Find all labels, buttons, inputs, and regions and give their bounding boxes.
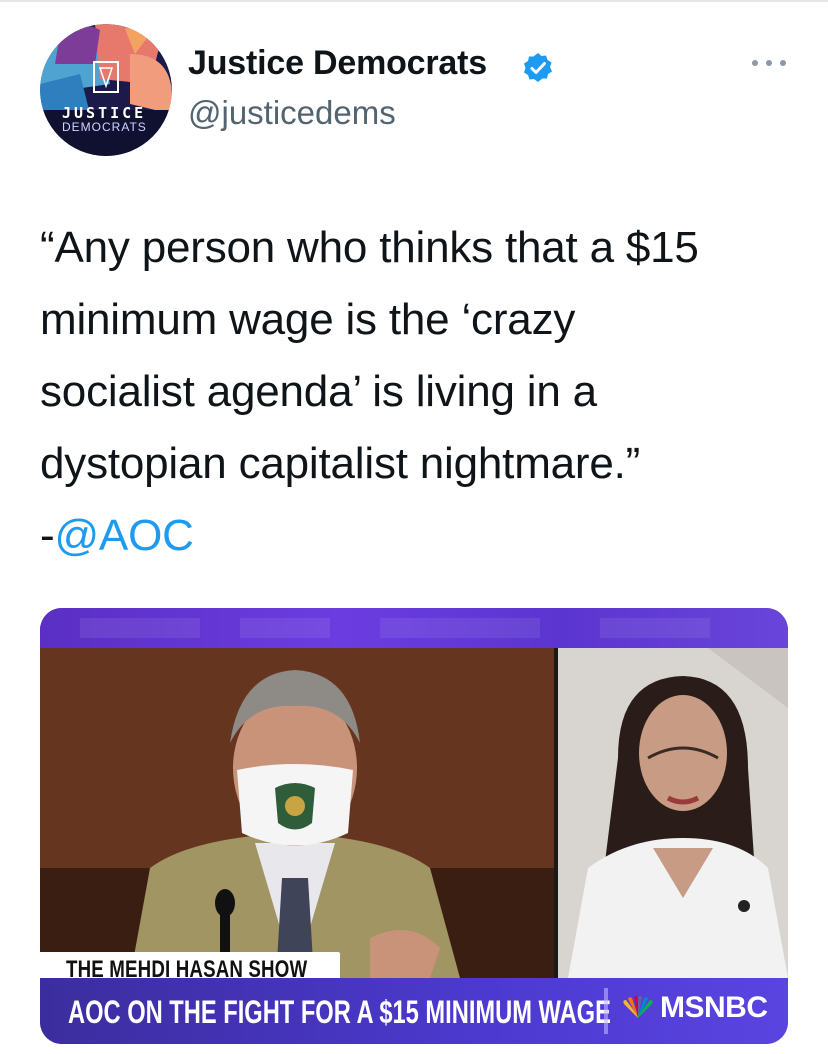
top-divider	[0, 0, 828, 2]
display-name[interactable]: Justice Democrats	[188, 44, 487, 83]
account-handle[interactable]: @justicedems	[188, 94, 396, 132]
video-frame[interactable]: THE MEHDI HASAN SHOW	[40, 648, 788, 978]
tweet-text: “Any person who thinks that a $15 minimu…	[40, 212, 800, 572]
tweet-line: “Any person who thinks that a $15	[40, 223, 699, 272]
network-badge: MSNBC	[620, 988, 768, 1028]
show-title-plate: THE MEHDI HASAN SHOW	[40, 952, 340, 978]
video-card[interactable]: THE MEHDI HASAN SHOW AOC ON THE FIGHT FO…	[40, 608, 788, 1044]
network-label: MSNBC	[660, 991, 768, 1024]
headline-divider	[604, 988, 608, 1034]
tweet-line: socialist agenda’ is living in a	[40, 367, 597, 416]
avatar[interactable]: JUSTICE DEMOCRATS	[40, 24, 172, 156]
video-right-pane	[558, 648, 788, 978]
attribution-prefix: -	[40, 511, 55, 560]
verified-badge-icon	[524, 53, 552, 82]
headline-text: AOC ON THE FIGHT FOR A $15 MINIMUM WAGE	[68, 994, 611, 1030]
broadcast-top-banner	[40, 608, 788, 648]
video-left-pane: THE MEHDI HASAN SHOW	[40, 648, 554, 978]
more-horizontal-icon[interactable]	[752, 56, 786, 70]
show-title: THE MEHDI HASAN SHOW	[66, 956, 308, 978]
peacock-logo-icon	[623, 996, 653, 1018]
headline-bar: AOC ON THE FIGHT FOR A $15 MINIMUM WAGE …	[40, 978, 788, 1044]
avatar-text-bottom: DEMOCRATS	[62, 120, 147, 134]
mention-link[interactable]: @AOC	[54, 511, 193, 560]
tweet-line: minimum wage is the ‘crazy	[40, 295, 576, 344]
attribution-line: -@AOC	[40, 500, 800, 572]
tweet-line: dystopian capitalist nightmare.”	[40, 439, 641, 488]
